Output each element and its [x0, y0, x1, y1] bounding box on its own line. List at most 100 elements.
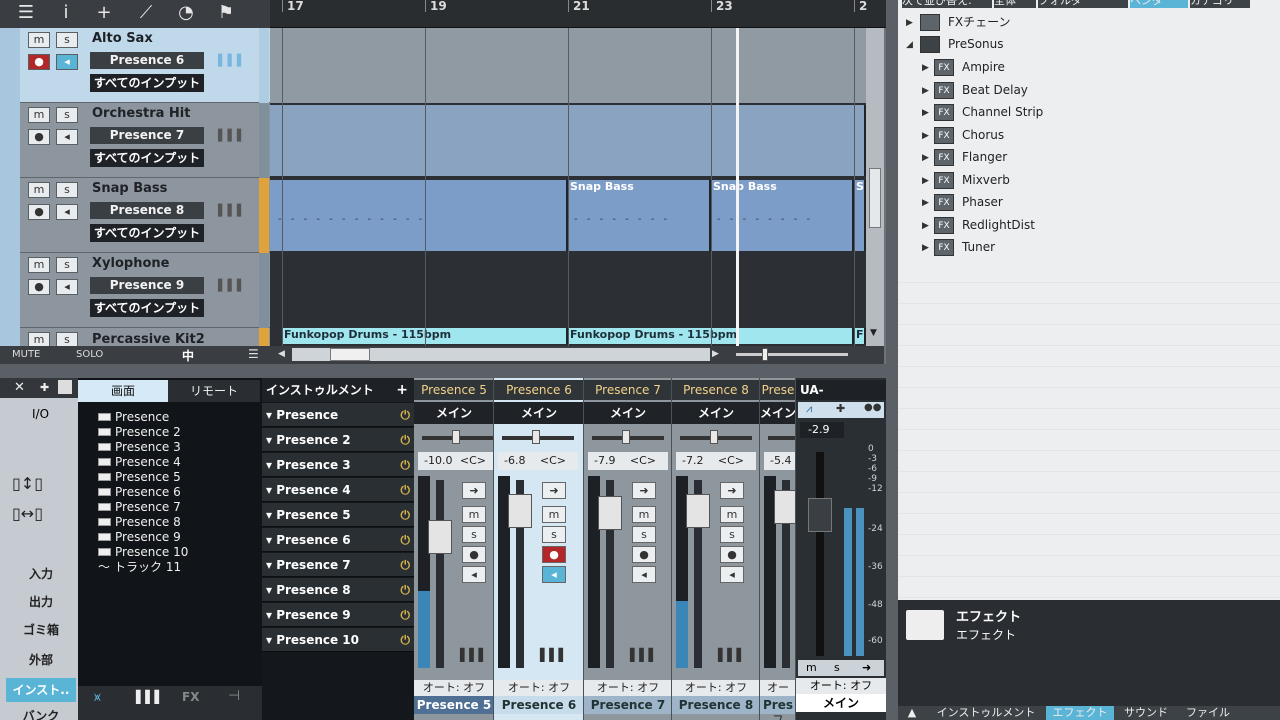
waveform-icon[interactable]: ⩙: [94, 690, 101, 705]
pan-knob[interactable]: [452, 430, 460, 444]
solo-all-button[interactable]: SOLO: [76, 349, 103, 360]
power-icon[interactable]: ⏻: [401, 528, 411, 552]
monitor-button[interactable]: ◂: [542, 566, 566, 583]
master-fader-track[interactable]: [816, 452, 824, 656]
track-xylophone[interactable]: m s ● ◂ Xylophone Presence 9 すべてのインプット ▌…: [0, 253, 270, 328]
pan-knob[interactable]: [710, 430, 718, 444]
clip-drums-3[interactable]: F: [854, 328, 866, 344]
tab-effects[interactable]: エフェクト: [1046, 706, 1114, 720]
browser-divider[interactable]: [886, 0, 898, 720]
close-icon[interactable]: ✕: [14, 380, 25, 395]
power-icon[interactable]: ⏻: [401, 578, 411, 602]
track-snap-bass[interactable]: m s ● ◂ Snap Bass Presence 8 すべてのインプット ▌…: [0, 178, 270, 253]
pan-knob[interactable]: [532, 430, 540, 444]
power-icon[interactable]: ⏻: [401, 453, 411, 477]
master-mute-button[interactable]: m: [806, 661, 817, 674]
list-item[interactable]: Presence 4: [98, 455, 181, 470]
channel-output[interactable]: メイン: [584, 402, 671, 424]
effect-item[interactable]: FX Chorus: [934, 125, 1004, 145]
volume-value[interactable]: -6.8 <C>: [498, 452, 578, 470]
zoom-handle[interactable]: [762, 348, 768, 361]
monitor-button[interactable]: ◂: [56, 129, 78, 145]
sort-tab[interactable]: 次で並び替え:: [902, 0, 992, 8]
vertical-scrollbar[interactable]: ▼: [866, 28, 884, 346]
add-track-icon[interactable]: +: [92, 2, 116, 24]
info-icon[interactable]: i: [54, 2, 78, 24]
track-size-button[interactable]: 中: [182, 347, 194, 364]
master-automation[interactable]: オート: オフ: [796, 678, 886, 694]
list-item[interactable]: Presence 8: [98, 515, 181, 530]
track-name[interactable]: Percassive Kit2: [92, 332, 205, 346]
solo-button[interactable]: s: [56, 332, 78, 346]
clip-snap-bass-2[interactable]: Snap Bass - - - - - - - -: [568, 180, 711, 251]
nav-external-button[interactable]: 外部: [6, 648, 76, 672]
effect-item[interactable]: FX RedlightDist: [934, 215, 1035, 235]
tab-files[interactable]: ファイル: [1178, 706, 1238, 720]
record-button[interactable]: ●: [462, 546, 486, 563]
scroll-track[interactable]: [292, 348, 710, 361]
sort-tab[interactable]: 全体: [994, 0, 1036, 8]
monitor-button[interactable]: ◂: [720, 566, 744, 583]
record-arm-button[interactable]: ●: [28, 129, 50, 145]
power-icon[interactable]: ⏻: [401, 428, 411, 452]
tab-instruments[interactable]: インストゥルメント: [928, 706, 1044, 720]
automation-mode[interactable]: オート: オフ: [414, 680, 493, 696]
power-icon[interactable]: ⏻: [401, 628, 411, 652]
instrument-select[interactable]: Presence 9: [90, 277, 204, 294]
pan-knob[interactable]: [622, 430, 630, 444]
pan-slider[interactable]: [768, 436, 795, 440]
track-orchestra-hit[interactable]: m s ● ◂ Orchestra Hit Presence 7 すべてのインプ…: [0, 103, 270, 178]
volume-fader[interactable]: [774, 490, 795, 524]
effect-item[interactable]: FX Phaser: [934, 192, 1003, 212]
list-icon[interactable]: ☰: [248, 347, 259, 361]
solo-button[interactable]: s: [56, 107, 78, 123]
channel-label[interactable]: Presence 6: [494, 696, 583, 714]
monitor-button[interactable]: ◂: [56, 204, 78, 220]
add-instrument-button[interactable]: +: [396, 378, 408, 402]
sort-tab[interactable]: ベンダ: [1130, 0, 1188, 8]
instrument-row[interactable]: ▾ Presence 10 ⏻: [262, 628, 414, 652]
master-volume-value[interactable]: -2.9: [800, 422, 844, 438]
record-button[interactable]: ●: [720, 546, 744, 563]
sort-tab[interactable]: フォルダ: [1038, 0, 1128, 8]
record-arm-button[interactable]: ●: [28, 204, 50, 220]
scroll-down-icon[interactable]: ▼: [870, 328, 877, 338]
channel-name[interactable]: Presence 6: [494, 380, 583, 400]
volume-value[interactable]: -7.2 <C>: [676, 452, 756, 470]
channel-output[interactable]: メイン: [760, 402, 795, 424]
instrument-row[interactable]: ▾ Presence 4 ⏻: [262, 478, 414, 502]
nav-output-button[interactable]: 出力: [6, 590, 76, 614]
scroll-thumb[interactable]: [330, 348, 370, 361]
instrument-select[interactable]: Presence 8: [90, 202, 204, 219]
bus-icon[interactable]: ⊣: [228, 688, 240, 704]
expand-icon[interactable]: ▶: [922, 131, 929, 141]
menu-icon[interactable]: ☰: [14, 2, 38, 24]
channel-label[interactable]: Pres: [760, 696, 795, 714]
monitor-button[interactable]: ◂: [462, 566, 486, 583]
automation-mode[interactable]: オート: オフ: [760, 680, 795, 720]
expand-icon[interactable]: ▶: [922, 63, 929, 73]
instrument-row[interactable]: ▾ Presence 8 ⏻: [262, 578, 414, 602]
nav-input-button[interactable]: 入力: [6, 562, 76, 586]
fx-tab[interactable]: FX: [182, 690, 199, 704]
record-button[interactable]: ●: [632, 546, 656, 563]
expand-icon[interactable]: ▶: [906, 18, 913, 28]
scroll-left-icon[interactable]: ◀: [278, 349, 285, 359]
mute-button[interactable]: m: [28, 32, 50, 48]
input-select[interactable]: すべてのインプット: [90, 149, 204, 167]
output-arrow-icon[interactable]: ➜: [542, 482, 566, 499]
nav-instrument-button[interactable]: インスト..: [6, 678, 76, 702]
list-item[interactable]: Presence 7: [98, 500, 181, 515]
channel-strip[interactable]: Presence 7 メイン -7.9 <C> ➜ m s ● ◂ ▌▌▌ オート: オフ Prese…: [584, 378, 672, 720]
power-icon[interactable]: ⏻: [401, 603, 411, 627]
fader-track[interactable]: [436, 480, 444, 668]
list-item[interactable]: Presence 10: [98, 545, 188, 560]
instrument-row[interactable]: ▾ Presence 9 ⏻: [262, 603, 414, 627]
solo-button[interactable]: s: [462, 526, 486, 543]
list-item[interactable]: Presence 9: [98, 530, 181, 545]
expand-icon[interactable]: ▶: [922, 243, 929, 253]
automation-mode[interactable]: オート: オフ: [584, 680, 671, 696]
master-fader-cap[interactable]: [808, 498, 832, 532]
zoom-slider[interactable]: [736, 348, 848, 361]
channel-output[interactable]: メイン: [414, 402, 493, 424]
